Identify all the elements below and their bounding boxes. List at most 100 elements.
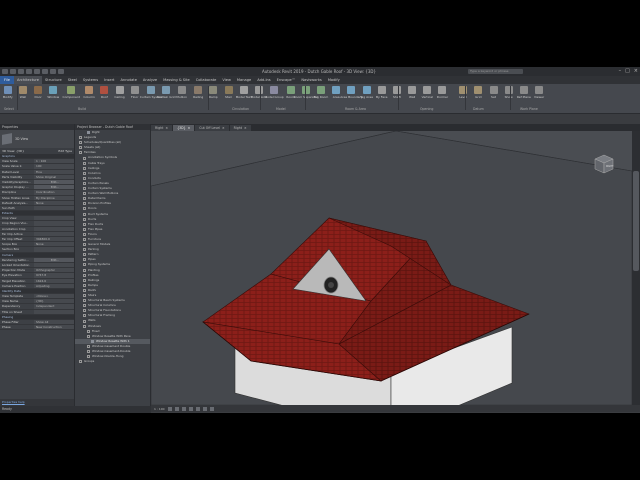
expand-icon[interactable] [83, 192, 86, 196]
property-value[interactable]: Coordination [34, 190, 74, 195]
ribbon-stair-button[interactable]: Stair [224, 86, 234, 99]
property-value[interactable]: None [34, 200, 74, 205]
expand-icon[interactable] [83, 232, 86, 236]
property-value[interactable]: Show Original [34, 174, 74, 179]
expand-icon[interactable] [83, 273, 86, 277]
ribbon-viewer-button[interactable]: Viewer [534, 86, 544, 99]
ribbon-model-text-button[interactable]: Model Text [236, 86, 252, 99]
expand-icon[interactable] [83, 253, 86, 257]
ribbon-door-button[interactable]: Door [33, 86, 43, 99]
view-scale[interactable]: 1 : 100 [154, 407, 165, 411]
tab-systems[interactable]: Systems [80, 78, 101, 82]
tab-steel[interactable]: Steel [65, 78, 80, 82]
ribbon-set-button[interactable]: Set [489, 86, 499, 99]
expand-icon[interactable] [83, 263, 86, 267]
expand-icon[interactable] [83, 166, 86, 170]
expand-icon[interactable] [83, 238, 86, 242]
search-input[interactable]: Type a keyword or phrase [468, 69, 523, 74]
expand-icon[interactable] [83, 207, 86, 211]
ribbon-mullion-button[interactable]: Mullion [176, 86, 187, 99]
visual-style-icon[interactable] [174, 406, 179, 411]
tab-structure[interactable]: Structure [42, 78, 65, 82]
type-selector[interactable]: 3D View [0, 130, 74, 148]
property-value[interactable] [34, 221, 74, 226]
expand-icon[interactable] [83, 283, 86, 287]
property-value[interactable]: Show All [34, 320, 74, 325]
ribbon-floor-button[interactable]: Floor [130, 86, 140, 99]
property-value[interactable] [34, 216, 74, 221]
expand-icon[interactable] [87, 355, 90, 359]
expand-icon[interactable] [79, 146, 82, 150]
property-value[interactable]: Orthographic [34, 268, 74, 273]
property-value[interactable]: {3D} [34, 299, 74, 304]
ribbon-roof-button[interactable]: Roof [99, 86, 109, 99]
edit-type-button[interactable]: Edit Type [58, 148, 72, 154]
expand-icon[interactable] [87, 334, 90, 338]
property-value[interactable] [34, 309, 74, 314]
minimize-icon[interactable]: – [619, 68, 622, 74]
expand-icon[interactable] [83, 299, 86, 303]
expand-icon[interactable] [83, 258, 86, 262]
tab-enscape[interactable]: Enscape™ [274, 78, 299, 82]
expand-icon[interactable] [83, 243, 86, 247]
ribbon-ref-plane-button[interactable]: Ref Plane [517, 86, 531, 99]
tab-view[interactable]: View [219, 78, 234, 82]
app-menu-icon[interactable] [2, 69, 8, 74]
ribbon-ramp-button[interactable]: Ramp [208, 86, 218, 99]
expand-icon[interactable] [83, 197, 86, 201]
property-value[interactable] [34, 231, 74, 236]
sun-path-icon[interactable] [181, 406, 186, 411]
expand-icon[interactable] [83, 217, 86, 221]
expand-icon[interactable] [83, 278, 86, 282]
crop-view-icon[interactable] [195, 406, 200, 411]
expand-icon[interactable] [79, 136, 82, 140]
tab-add-ins[interactable]: Add-Ins [254, 78, 273, 82]
tab-insert[interactable]: Insert [101, 78, 117, 82]
redo-icon[interactable] [34, 69, 40, 74]
property-value[interactable]: 304800.0 [34, 237, 74, 242]
ribbon-vertical-button[interactable]: Vertical [422, 86, 433, 99]
expand-icon[interactable] [87, 329, 90, 333]
expand-icon[interactable] [83, 227, 86, 231]
property-value[interactable] [34, 226, 74, 231]
expand-icon[interactable] [83, 248, 86, 252]
tab-architecture[interactable]: Architecture [14, 76, 43, 84]
expand-icon[interactable] [83, 304, 86, 308]
property-value[interactable]: None [34, 242, 74, 247]
tab-annotate[interactable]: Annotate [117, 78, 139, 82]
viewport-scrollbar[interactable] [632, 131, 640, 405]
tab-navisworks[interactable]: Navisworks [298, 78, 324, 82]
expand-icon[interactable] [83, 161, 86, 165]
expand-icon[interactable] [83, 319, 86, 323]
tab-massing-site[interactable]: Massing & Site [160, 78, 193, 82]
shadows-icon[interactable] [188, 406, 193, 411]
expand-icon[interactable] [83, 171, 86, 175]
ribbon-railing-button[interactable]: Railing [193, 86, 203, 99]
detail-level-icon[interactable] [167, 406, 172, 411]
hide-isolate-icon[interactable] [209, 406, 214, 411]
ribbon-model-line-button[interactable]: Model Line [251, 86, 267, 99]
ribbon-curtain-grid-button[interactable]: Curtain Grid [157, 86, 176, 99]
ribbon-show-button[interactable]: Show [504, 86, 514, 99]
maximize-icon[interactable]: □ [625, 68, 630, 74]
property-value[interactable]: Independent [34, 304, 74, 309]
open-icon[interactable] [10, 69, 16, 74]
ribbon-shaft-button[interactable]: Shaft [392, 86, 402, 99]
property-value[interactable]: By Discipline [34, 195, 74, 200]
property-value[interactable]: <None> [34, 294, 74, 299]
ribbon-dormer-button[interactable]: Dormer [437, 86, 448, 99]
undo-icon[interactable] [26, 69, 32, 74]
property-value[interactable]: 1 : 100 [34, 159, 74, 164]
lock-view-icon[interactable] [202, 406, 207, 411]
expand-icon[interactable] [87, 350, 90, 354]
ribbon-area-boundary-button[interactable]: Area Boundary [340, 86, 363, 99]
save-icon[interactable] [18, 69, 24, 74]
measure-icon[interactable] [50, 69, 56, 74]
expand-icon[interactable] [79, 360, 82, 364]
ribbon-by-face-button[interactable]: By Face [376, 86, 388, 99]
tab-analyze[interactable]: Analyze [140, 78, 160, 82]
property-value[interactable] [34, 247, 74, 252]
expand-icon[interactable] [79, 151, 82, 155]
tab-modify[interactable]: Modify [325, 78, 343, 82]
tab-manage[interactable]: Manage [234, 78, 254, 82]
